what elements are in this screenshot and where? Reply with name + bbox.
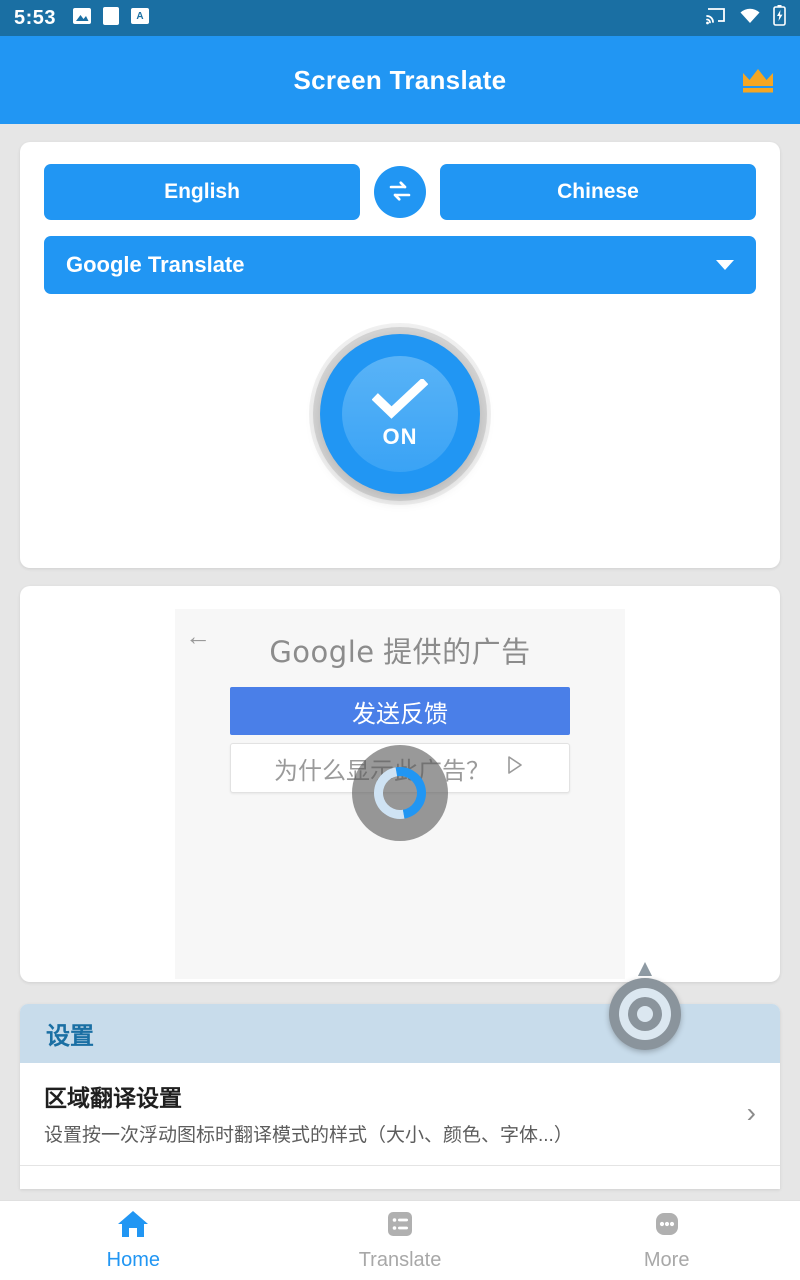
wifi-icon: [739, 6, 761, 31]
ad-header-rest: 提供的广告: [374, 637, 531, 669]
bottom-navigation: Home Translate More: [0, 1200, 800, 1280]
play-outline-icon: [504, 754, 526, 783]
image-icon: [72, 6, 92, 31]
nav-item-home-label: Home: [106, 1249, 161, 1271]
swap-horizontal-icon: [387, 178, 413, 207]
back-arrow-icon[interactable]: ←: [185, 623, 211, 649]
check-icon: [371, 377, 429, 422]
ad-frame: ← Google 提供的广告 发送反馈 为什么显示此广告？: [175, 609, 625, 979]
settings-item-area-translate[interactable]: 区域翻译设置 设置按一次浮动图标时翻译模式的样式（大小、颜色、字体...） ›: [20, 1063, 780, 1165]
chevron-right-icon: ›: [746, 1097, 756, 1128]
svg-text:A: A: [136, 11, 143, 22]
crown-icon[interactable]: [738, 60, 778, 100]
settings-item-next-partial[interactable]: [20, 1165, 780, 1189]
list-translate-icon: [385, 1209, 415, 1244]
spinner-ring: [363, 756, 437, 830]
nav-item-translate-label: Translate: [358, 1249, 442, 1271]
bullseye-center: [637, 1006, 653, 1022]
service-power-toggle[interactable]: ON: [320, 334, 480, 494]
translation-controls-card: English Chinese Google Translate ON: [20, 142, 780, 568]
loading-spinner-icon: [352, 745, 448, 841]
app-bar: Screen Translate: [0, 36, 800, 124]
translation-engine-label: Google Translate: [66, 252, 245, 277]
bullseye-ring-2: [619, 988, 671, 1040]
status-bar: 5:53 A: [0, 0, 800, 36]
status-bar-system-icons: [705, 5, 786, 31]
chevron-up-icon: ▲: [633, 955, 657, 982]
settings-item-texts: 区域翻译设置 设置按一次浮动图标时翻译模式的样式（大小、颜色、字体...）: [44, 1079, 733, 1147]
cast-icon: [705, 6, 727, 31]
advertisement-card: ← Google 提供的广告 发送反馈 为什么显示此广告？: [20, 586, 780, 982]
ad-header: Google 提供的广告: [175, 609, 625, 671]
ad-header-brand: Google: [269, 635, 375, 669]
bullseye-target-icon: [609, 978, 681, 1050]
power-toggle-inner: ON: [342, 356, 458, 472]
nav-item-home[interactable]: Home: [0, 1201, 267, 1280]
target-language-button[interactable]: Chinese: [440, 164, 756, 220]
settings-item-title: 区域翻译设置: [44, 1085, 182, 1111]
settings-item-subtitle: 设置按一次浮动图标时翻译模式的样式（大小、颜色、字体...）: [44, 1125, 573, 1146]
chevron-down-icon: [716, 260, 734, 270]
language-selector-row: English Chinese: [44, 164, 756, 220]
translate-app-icon: A: [130, 6, 150, 31]
power-toggle-wrap: ON: [44, 294, 756, 542]
page-title: Screen Translate: [293, 64, 507, 95]
status-bar-clock: 5:53: [14, 6, 57, 29]
nav-item-translate[interactable]: Translate: [267, 1201, 534, 1280]
translation-engine-dropdown[interactable]: Google Translate: [44, 236, 756, 294]
ad-send-feedback-button[interactable]: 发送反馈: [230, 687, 570, 735]
home-icon: [116, 1209, 150, 1244]
nav-item-more[interactable]: More: [533, 1201, 800, 1280]
more-dots-icon: [652, 1209, 682, 1244]
power-toggle-state-label: ON: [382, 423, 418, 449]
status-bar-notification-icons: A: [72, 6, 150, 31]
app-screen: 5:53 A Screen Translate English Chinese …: [0, 0, 800, 1280]
document-icon: [102, 6, 120, 31]
nav-item-more-label: More: [643, 1249, 690, 1271]
floating-translate-bubble[interactable]: ▲: [608, 955, 682, 1062]
swap-languages-button[interactable]: [374, 166, 426, 218]
battery-charging-icon: [773, 5, 786, 31]
bullseye-ring-3: [628, 997, 662, 1031]
source-language-button[interactable]: English: [44, 164, 360, 220]
